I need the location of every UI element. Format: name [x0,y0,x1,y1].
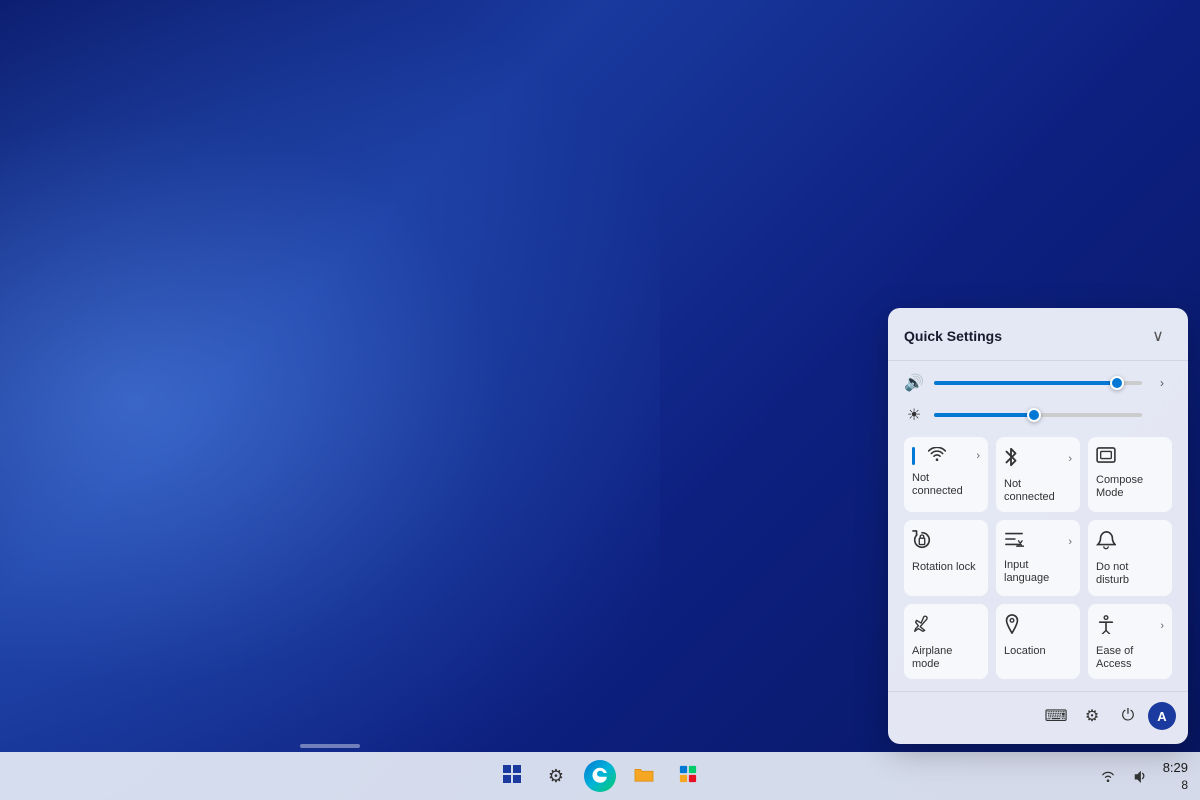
rotation-lock-tile-label: Rotation lock [912,561,976,574]
dnd-tile-top [1096,530,1164,555]
quick-settings-collapse-button[interactable]: ∨ [1144,322,1172,350]
location-tile-label: Location [1004,645,1046,658]
date-text: 8 [1163,777,1188,794]
wifi-active-indicator [912,447,915,465]
rotation-tile-top [912,530,980,555]
compose-mode-tile-label: Compose Mode [1096,474,1164,500]
input-tile-top: › [1004,530,1072,553]
wifi-tile[interactable]: › Not connected [904,437,988,512]
user-avatar[interactable]: A [1148,702,1176,730]
ease-of-access-tile-label: Ease of Access [1096,645,1164,671]
brightness-icon: ☀ [904,405,924,425]
desktop: Quick Settings ∨ 🔊 › ☀ [0,0,1200,800]
file-explorer-button[interactable] [624,756,664,796]
tray-volume-icon[interactable] [1125,761,1155,791]
quick-settings-footer: ⌨ ⚙ ⏻ A [888,691,1188,744]
volume-slider-track[interactable] [934,381,1142,385]
time-text: 8:29 [1163,759,1188,777]
brightness-slider-thumb[interactable] [1027,408,1041,422]
wifi-chevron-icon[interactable]: › [976,450,980,462]
keyboard-icon: ⌨ [1044,706,1067,726]
avatar-initial: A [1157,709,1166,724]
brightness-slider-track[interactable] [934,413,1142,417]
ease-tile-top: › [1096,614,1164,639]
store-icon [679,765,697,788]
ease-of-access-icon [1096,614,1116,639]
rotation-lock-icon [912,530,932,555]
airplane-tile-top [912,614,980,639]
bluetooth-tile-label: Not connected [1004,478,1072,504]
edge-icon [584,760,616,792]
wifi-tile-label: Not connected [912,472,980,498]
brightness-slider-row: ☀ › [904,405,1172,425]
input-language-chevron-icon[interactable]: › [1068,536,1072,548]
location-tile-top [1004,614,1072,639]
bluetooth-tile-top: › [1004,447,1072,472]
rotation-lock-tile[interactable]: Rotation lock [904,520,988,595]
airplane-mode-tile[interactable]: Airplane mode [904,604,988,679]
compose-mode-tile[interactable]: Compose Mode [1088,437,1172,512]
airplane-mode-icon [912,614,932,639]
file-explorer-icon [634,765,654,788]
scroll-hint [300,744,360,748]
settings-button[interactable]: ⚙ [1076,700,1108,732]
bluetooth-chevron-icon[interactable]: › [1068,453,1072,465]
windows-icon [503,765,521,788]
wifi-icon-area [912,447,946,466]
keyboard-button[interactable]: ⌨ [1040,700,1072,732]
power-button[interactable]: ⏻ [1112,700,1144,732]
clock-display[interactable]: 8:29 8 [1163,759,1188,794]
system-tray [1093,761,1155,791]
volume-icon: 🔊 [904,373,924,393]
quick-settings-body: 🔊 › ☀ › [888,361,1188,691]
location-tile[interactable]: Location [996,604,1080,679]
wifi-icon [928,447,946,466]
location-icon [1004,614,1020,639]
volume-slider-thumb[interactable] [1110,376,1124,390]
input-language-tile[interactable]: › Input language [996,520,1080,595]
quick-settings-grid: › Not connected › N [904,437,1172,679]
airplane-mode-tile-label: Airplane mode [912,645,980,671]
taskbar-settings-button[interactable]: ⚙ [536,756,576,796]
ease-of-access-chevron-icon[interactable]: › [1160,620,1164,632]
start-button[interactable] [492,756,532,796]
tray-network-icon[interactable] [1093,761,1123,791]
do-not-disturb-tile[interactable]: Do not disturb [1088,520,1172,595]
volume-slider-fill [934,381,1117,385]
quick-settings-header: Quick Settings ∨ [888,308,1188,361]
chevron-down-icon: ∨ [1152,326,1164,346]
bluetooth-tile[interactable]: › Not connected [996,437,1080,512]
volume-chevron-icon[interactable]: › [1152,376,1172,390]
wifi-tile-top: › [912,447,980,466]
store-button[interactable] [668,756,708,796]
do-not-disturb-tile-label: Do not disturb [1096,561,1164,587]
input-language-tile-label: Input language [1004,559,1072,585]
edge-browser-button[interactable] [580,756,620,796]
taskbar-center: ⚙ [492,756,708,796]
taskbar-settings-icon: ⚙ [548,766,564,787]
quick-settings-title: Quick Settings [904,328,1002,344]
quick-settings-panel: Quick Settings ∨ 🔊 › ☀ [888,308,1188,744]
brightness-slider-fill [934,413,1034,417]
do-not-disturb-icon [1096,530,1116,555]
taskbar: ⚙ [0,752,1200,800]
compose-tile-top [1096,447,1164,468]
taskbar-right: 8:29 8 [1093,759,1188,794]
volume-slider-row: 🔊 › [904,373,1172,393]
input-language-icon [1004,530,1024,553]
bluetooth-icon [1004,447,1018,472]
power-icon: ⏻ [1122,707,1135,725]
settings-icon: ⚙ [1085,706,1099,726]
compose-icon [1096,447,1116,468]
ease-of-access-tile[interactable]: › Ease of Access [1088,604,1172,679]
